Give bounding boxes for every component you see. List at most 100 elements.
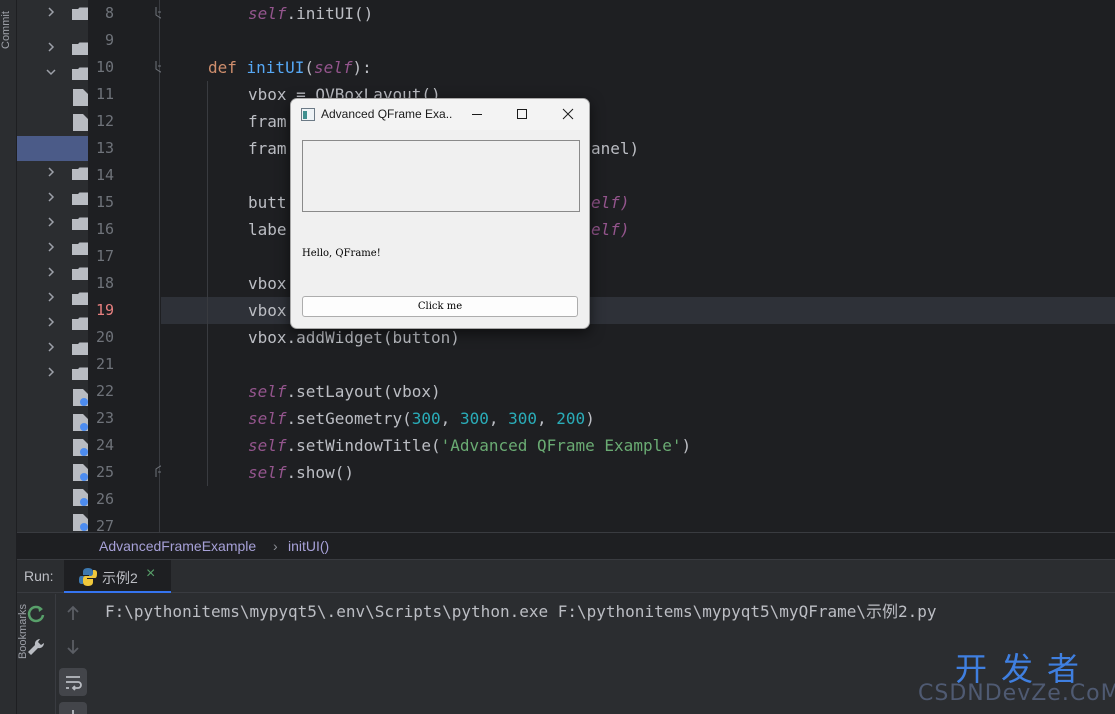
- run-toolbar-left: [17, 594, 52, 714]
- tree-file-row[interactable]: [17, 110, 88, 135]
- watermark-subtitle: CSDNDevZe.CoM: [918, 681, 1115, 706]
- tree-file-row[interactable]: [17, 385, 88, 410]
- app-icon: [301, 108, 315, 121]
- run-label: Run:: [24, 568, 54, 584]
- python-icon: [78, 567, 98, 587]
- code-line-16-left: labe: [248, 220, 287, 239]
- tree-folder-row[interactable]: [17, 310, 88, 335]
- arrow-up-icon[interactable]: [59, 600, 87, 628]
- commit-tool-button[interactable]: Commit: [0, 0, 17, 60]
- run-tab[interactable]: 示例2 ×: [64, 560, 171, 593]
- line-number: 8: [104, 4, 114, 22]
- tree-file-row[interactable]: [17, 460, 88, 485]
- code-line-12: fram: [248, 112, 287, 131]
- line-number: 14: [95, 166, 114, 184]
- code-line-24: self.setWindowTitle('Advanced QFrame Exa…: [248, 436, 692, 455]
- line-number: 22: [95, 382, 114, 400]
- folder-icon: [72, 267, 88, 280]
- line-number: 20: [95, 328, 114, 346]
- line-number: 11: [95, 85, 114, 103]
- chevron-right-icon[interactable]: [45, 216, 57, 228]
- tree-folder-row[interactable]: [17, 160, 88, 185]
- python-file-icon: [73, 89, 88, 106]
- indent-guide: [207, 81, 208, 486]
- breadcrumb-class[interactable]: AdvancedFrameExample: [99, 538, 256, 554]
- line-number: 23: [95, 409, 114, 427]
- chevron-right-icon[interactable]: [45, 191, 57, 203]
- console-output: F:\pythonitems\mypyqt5\.env\Scripts\pyth…: [105, 602, 937, 621]
- breadcrumb-method[interactable]: initUI(): [288, 538, 329, 554]
- chevron-down-icon[interactable]: [45, 66, 57, 78]
- folder-icon: [72, 317, 88, 330]
- python-file-icon: [73, 489, 88, 506]
- line-number: 13: [95, 139, 114, 157]
- python-file-icon: [73, 514, 88, 531]
- chevron-right-icon[interactable]: [45, 291, 57, 303]
- tree-file-row[interactable]: [17, 85, 88, 110]
- minimize-icon[interactable]: [454, 99, 500, 130]
- rerun-icon[interactable]: [22, 600, 50, 628]
- editor-gutter: 8 9 10 11 12 13 14 15 16 17 18 19 20 21 …: [88, 0, 166, 535]
- code-line-23: self.setGeometry(300, 300, 300, 200): [248, 409, 595, 428]
- line-number: 15: [95, 193, 114, 211]
- code-line-8: self.initUI(): [248, 4, 374, 23]
- window-title: Advanced QFrame Exa...: [321, 107, 453, 121]
- folder-icon: [72, 217, 88, 230]
- tool-window-strip: Commit: [0, 0, 17, 714]
- tree-folder-row-expanded[interactable]: [17, 60, 88, 85]
- python-file-icon: [73, 389, 88, 406]
- tree-folder-row[interactable]: [17, 285, 88, 310]
- line-number: 9: [104, 31, 114, 49]
- line-number: 26: [95, 490, 114, 508]
- maximize-icon[interactable]: [499, 99, 545, 130]
- run-toolbar-right: [55, 594, 90, 714]
- folder-icon: [72, 67, 88, 80]
- hello-label: Hello, QFrame!: [302, 248, 381, 259]
- click-me-button[interactable]: Click me: [302, 296, 578, 317]
- tree-folder-row[interactable]: [17, 35, 88, 60]
- code-line-16-right: elf): [591, 220, 630, 239]
- wrench-icon[interactable]: [22, 633, 50, 661]
- line-number: 24: [95, 436, 114, 454]
- window-titlebar[interactable]: Advanced QFrame Exa...: [291, 99, 589, 130]
- chevron-right-icon[interactable]: [45, 366, 57, 378]
- folder-icon: [72, 42, 88, 55]
- close-icon[interactable]: ×: [146, 565, 155, 583]
- tree-folder-row[interactable]: [17, 185, 88, 210]
- line-number: 17: [95, 247, 114, 265]
- line-number: 16: [95, 220, 114, 238]
- folder-icon: [72, 292, 88, 305]
- tree-folder-row[interactable]: [17, 0, 88, 25]
- soft-wrap-icon[interactable]: [59, 668, 87, 696]
- tree-file-row-selected[interactable]: [17, 136, 88, 161]
- breadcrumb: AdvancedFrameExample › initUI(): [17, 532, 1115, 559]
- code-line-15-left: butt: [248, 193, 287, 212]
- chevron-right-icon[interactable]: [45, 6, 57, 18]
- folder-icon: [72, 192, 88, 205]
- breadcrumb-separator: ›: [273, 538, 278, 554]
- chevron-right-icon[interactable]: [45, 241, 57, 253]
- code-line-19: vbox: [248, 301, 287, 320]
- chevron-right-icon[interactable]: [45, 316, 57, 328]
- chevron-right-icon[interactable]: [45, 341, 57, 353]
- python-file-icon: [73, 114, 88, 131]
- chevron-right-icon[interactable]: [45, 266, 57, 278]
- arrow-down-icon[interactable]: [59, 633, 87, 661]
- tree-folder-row[interactable]: [17, 235, 88, 260]
- code-line-13-right: anel): [591, 139, 640, 158]
- tree-file-row[interactable]: [17, 435, 88, 460]
- chevron-right-icon[interactable]: [45, 166, 57, 178]
- tree-file-row[interactable]: [17, 485, 88, 510]
- tree-folder-row[interactable]: [17, 360, 88, 385]
- scroll-to-end-icon[interactable]: [59, 702, 87, 714]
- tree-file-row[interactable]: [17, 410, 88, 435]
- close-window-icon[interactable]: [545, 99, 589, 130]
- line-number: 10: [95, 58, 114, 76]
- chevron-right-icon[interactable]: [45, 41, 57, 53]
- tree-folder-row[interactable]: [17, 210, 88, 235]
- code-line-18: vbox: [248, 274, 287, 293]
- line-number-current: 19: [95, 301, 114, 319]
- code-line-13-left: fram: [248, 139, 287, 158]
- tree-folder-row[interactable]: [17, 335, 88, 360]
- tree-folder-row[interactable]: [17, 260, 88, 285]
